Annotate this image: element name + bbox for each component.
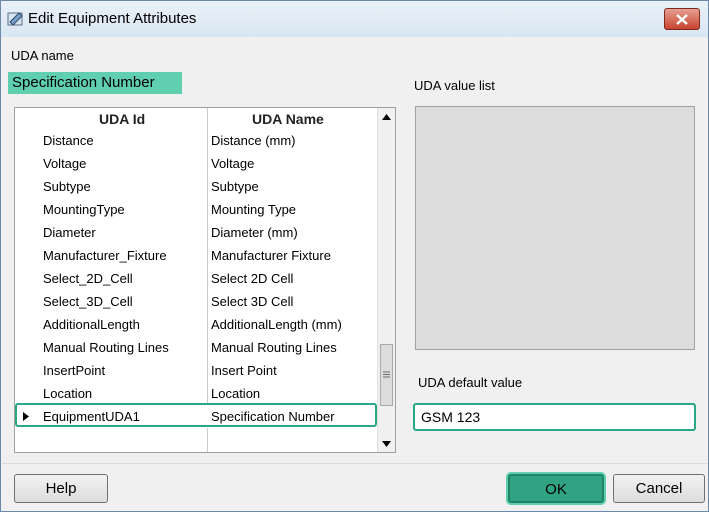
cell-uda-name: Subtype [211, 179, 259, 194]
uda-value-list-label: UDA value list [414, 78, 495, 93]
grid-vertical-scrollbar[interactable] [377, 108, 395, 452]
title-bar[interactable]: Edit Equipment Attributes [1, 1, 708, 37]
cell-uda-name: Insert Point [211, 363, 277, 378]
uda-default-value-label: UDA default value [418, 375, 523, 390]
table-row[interactable]: MountingType Mounting Type [15, 198, 377, 221]
cell-uda-id: Manual Routing Lines [43, 340, 169, 355]
cell-uda-name: Select 2D Cell [211, 271, 294, 286]
table-row[interactable]: Distance Distance (mm) [15, 129, 377, 152]
cell-uda-name: Manual Routing Lines [211, 340, 337, 355]
grid-header: UDA Id UDA Name [15, 108, 377, 130]
help-button[interactable]: Help [14, 474, 108, 503]
cell-uda-name: Manufacturer Fixture [211, 248, 331, 263]
cell-uda-id: Distance [43, 133, 94, 148]
table-row[interactable]: Diameter Diameter (mm) [15, 221, 377, 244]
cell-uda-name: Location [211, 386, 261, 401]
cell-uda-name: Distance (mm) [211, 133, 296, 148]
close-icon [676, 14, 688, 25]
app-icon [7, 12, 23, 26]
column-header-uda-id[interactable]: UDA Id [99, 111, 145, 127]
table-row[interactable]: InsertPoint Insert Point [15, 359, 377, 382]
uda-grid[interactable]: UDA Id UDA Name Distance Distance (mm) V… [14, 107, 396, 453]
ok-button[interactable]: OK [508, 474, 604, 503]
column-header-uda-name[interactable]: UDA Name [252, 111, 324, 127]
scrollbar-thumb[interactable] [380, 344, 393, 406]
uda-default-value-input[interactable]: GSM 123 [413, 403, 696, 431]
uda-value-list[interactable] [415, 106, 695, 350]
cell-uda-name: Voltage [211, 156, 255, 171]
cell-uda-id: Select_2D_Cell [43, 271, 133, 286]
dialog-window: Edit Equipment Attributes UDA name Speci… [0, 0, 709, 512]
scroll-up-icon[interactable] [382, 114, 391, 120]
cell-uda-name: AdditionalLength (mm) [211, 317, 342, 332]
table-row[interactable]: Select_3D_Cell Select 3D Cell [15, 290, 377, 313]
cell-uda-name: Mounting Type [211, 202, 297, 217]
cell-uda-name: Diameter (mm) [211, 225, 298, 240]
footer-divider [2, 463, 707, 464]
table-row[interactable]: Voltage Voltage [15, 152, 377, 175]
window-title: Edit Equipment Attributes [28, 10, 197, 27]
grip-icon [383, 371, 390, 378]
cell-uda-id: Voltage [43, 156, 87, 171]
table-row[interactable]: Subtype Subtype [15, 175, 377, 198]
cell-uda-id: MountingType [43, 202, 125, 217]
uda-name-value: Specification Number [8, 72, 182, 94]
table-row[interactable]: Manual Routing Lines Manual Routing Line… [15, 336, 377, 359]
dialog-content: UDA name Specification Number UDA Id UDA… [2, 37, 707, 510]
table-row[interactable]: Select_2D_Cell Select 2D Cell [15, 267, 377, 290]
cell-uda-name: Select 3D Cell [211, 294, 294, 309]
table-row[interactable]: Manufacturer_Fixture Manufacturer Fixtur… [15, 244, 377, 267]
table-row[interactable]: Location Location [15, 382, 377, 405]
table-row[interactable]: AdditionalLength AdditionalLength (mm) [15, 313, 377, 336]
cancel-button[interactable]: Cancel [613, 474, 705, 503]
cell-uda-id: Diameter [43, 225, 96, 240]
uda-name-label: UDA name [11, 48, 74, 63]
close-button[interactable] [664, 8, 700, 30]
cell-uda-id: Select_3D_Cell [43, 294, 133, 309]
cell-uda-id: Location [43, 386, 93, 401]
cell-uda-id: InsertPoint [43, 363, 106, 378]
cell-uda-id: Subtype [43, 179, 91, 194]
selected-row-highlight [15, 403, 377, 427]
cell-uda-id: Manufacturer_Fixture [43, 248, 167, 263]
cell-uda-id: AdditionalLength [43, 317, 140, 332]
scroll-down-icon[interactable] [382, 441, 391, 447]
